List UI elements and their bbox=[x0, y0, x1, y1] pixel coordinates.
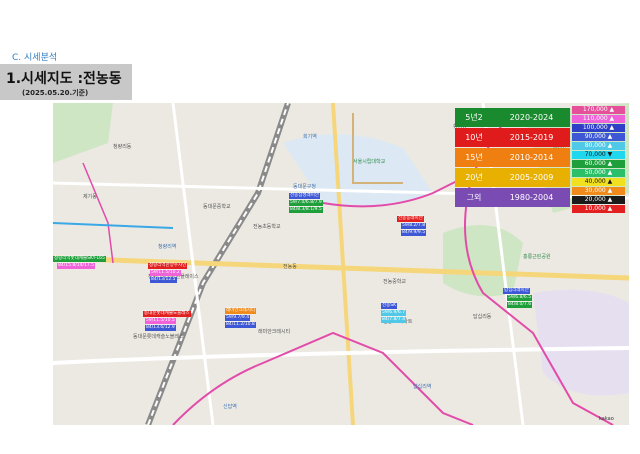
price-legend-item: 30,000 ▲ bbox=[572, 187, 625, 195]
apartment-price-tag: 84/8.0/7.6 bbox=[507, 302, 533, 308]
map-label: 답십리동 bbox=[473, 314, 492, 320]
price-legend-item: 90,000 ▲ bbox=[572, 133, 625, 141]
price-legend-item: 170,000 ▲ bbox=[572, 106, 625, 114]
apartment-name-tag[interactable]: 전농동래미안 bbox=[397, 216, 424, 222]
year-legend-row: 그외 1980-2004 bbox=[455, 188, 570, 207]
map-label: 청량리역 bbox=[158, 244, 177, 250]
apartment-name-tag[interactable]: 전농SK bbox=[381, 303, 398, 309]
apartment-price-tag: 84/8.3/8.1/9.5 bbox=[289, 207, 323, 213]
apartment-price-tag: 84/13.6/12.9 bbox=[145, 325, 176, 331]
price-legend-item: 80,000 ▲ bbox=[572, 142, 625, 150]
map-label: 청량리동 bbox=[113, 144, 132, 150]
map-label: 신답역 bbox=[223, 404, 237, 410]
map-label: 서울시립대학교 bbox=[353, 159, 386, 165]
year-legend-row: 20년 2005-2009 bbox=[455, 168, 570, 187]
map-label: 답십리역 bbox=[413, 384, 432, 390]
year-legend-row: 15년 2010-2014 bbox=[455, 148, 570, 167]
section-label: C. 시세분석 bbox=[12, 53, 58, 63]
map-label: 홍릉근린공원 bbox=[523, 254, 551, 260]
map-label: 전농중학교 bbox=[383, 279, 407, 285]
price-legend-item: 110,000 ▲ bbox=[572, 115, 625, 123]
apartment-name-tag[interactable]: 청량리역한양수자인 bbox=[148, 263, 188, 269]
year-legend-label: 그외 bbox=[455, 188, 493, 207]
map-label: 제기동 bbox=[83, 194, 97, 200]
map-label: 회기역 bbox=[303, 134, 317, 140]
price-legend-item: 10,000 ▲ bbox=[572, 205, 625, 213]
map-credit: kakao bbox=[599, 416, 614, 422]
apartment-price-tag: 59/11.5/10.2 bbox=[150, 270, 181, 276]
map-label: 래미안크레시티 bbox=[258, 329, 291, 335]
year-legend-row: 5년2 2020-2024 bbox=[455, 108, 570, 127]
apartment-price-tag: 84/15.8/14/17.5 bbox=[57, 263, 96, 269]
apartment-price-tag: 59/11.5/10.5 bbox=[145, 318, 176, 324]
year-legend-range: 2005-2009 bbox=[493, 168, 570, 187]
apartment-name-tag[interactable]: 청량리역롯데캐슬SKY-L65 bbox=[53, 256, 106, 262]
year-legend-label: 10년 bbox=[455, 128, 493, 147]
year-legend-range: 2010-2014 bbox=[493, 148, 570, 167]
map-label: 전농동 bbox=[283, 264, 297, 270]
year-legend-range: 2015-2019 bbox=[493, 128, 570, 147]
apartment-price-tag: 59/6.9/6.7 bbox=[381, 310, 407, 316]
year-legend-row: 10년 2015-2019 bbox=[455, 128, 570, 147]
price-legend-item: 100,000 ▲ bbox=[572, 124, 625, 132]
page-title: 1.시세지도 :전농동 bbox=[6, 71, 122, 87]
map-label: 전농초등학교 bbox=[253, 224, 281, 230]
year-legend: 5년2 2020-2024 10년 2015-2019 15년 2010-201… bbox=[455, 108, 570, 208]
apartment-price-tag: 59/9.7/9.4 bbox=[225, 315, 251, 321]
price-legend-item: 40,000 ▲ bbox=[572, 178, 625, 186]
price-legend-item: 50,000 ▲ bbox=[572, 169, 625, 177]
price-legend: 170,000 ▲ 110,000 ▲ 100,000 ▲ 90,000 ▲ 8… bbox=[572, 106, 625, 214]
apartment-name-tag[interactable]: 답십리래미안 bbox=[503, 288, 530, 294]
year-legend-label: 20년 bbox=[455, 168, 493, 187]
year-legend-range: 1980-2004 bbox=[493, 188, 570, 207]
apartment-price-tag: 59/7.0/6.8/7.9 bbox=[289, 200, 323, 206]
year-legend-range: 2020-2024 bbox=[493, 108, 570, 127]
park-area bbox=[443, 225, 523, 297]
apartment-name-tag[interactable]: 전농삼성래미안 bbox=[289, 193, 320, 199]
apartment-price-tag: 59/6.8/6.5 bbox=[507, 295, 533, 301]
price-legend-item: 70,000 ▼ bbox=[572, 151, 625, 159]
apartment-name-tag[interactable]: 래미안크레시티 bbox=[225, 308, 256, 314]
apartment-price-tag: 59/8.2/7.8 bbox=[401, 223, 427, 229]
apartment-name-tag[interactable]: 동대문롯데캐슬노블레스 bbox=[143, 311, 191, 317]
year-legend-label: 5년2 bbox=[455, 108, 493, 127]
map-label: 동대문중학교 bbox=[203, 204, 231, 210]
apartment-price-tag: 84/11.2/10.8 bbox=[225, 322, 256, 328]
apartment-price-tag: 84/9.9/9.5 bbox=[401, 230, 427, 236]
map-label: 동대문롯데캐슬노블레스 bbox=[133, 334, 184, 340]
reference-date: (2025.05.20.기준) bbox=[22, 89, 89, 97]
price-legend-item: 60,000 ▲ bbox=[572, 160, 625, 168]
apartment-price-tag: 84/7.8/7.4 bbox=[381, 317, 407, 323]
year-legend-label: 15년 bbox=[455, 148, 493, 167]
map-label: 동대문구청 bbox=[293, 184, 317, 190]
price-legend-item: 20,000 ▲ bbox=[572, 196, 625, 204]
apartment-price-tag: 84/13/12.5 bbox=[150, 277, 177, 283]
